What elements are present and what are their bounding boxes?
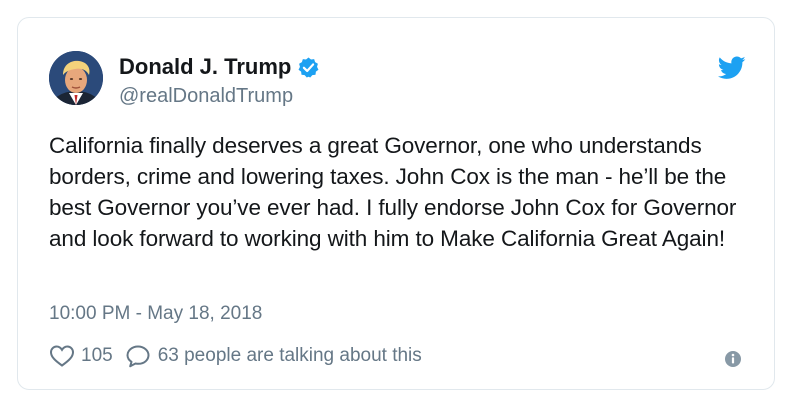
twitter-bird-icon[interactable] xyxy=(718,56,746,80)
tweet-text: California finally deserves a great Gove… xyxy=(49,133,737,251)
author-name-row[interactable]: Donald J. Trump xyxy=(119,54,320,80)
heart-icon xyxy=(49,345,75,367)
author-handle[interactable]: @realDonaldTrump xyxy=(119,84,293,108)
like-button[interactable]: 105 xyxy=(49,344,113,368)
info-icon[interactable] xyxy=(724,350,742,368)
verified-badge-icon xyxy=(298,56,319,77)
tweet-card[interactable]: Donald J. Trump @realDonaldTrump Califor… xyxy=(17,17,775,390)
talking-about-link[interactable]: 63 people are talking about this xyxy=(125,344,422,368)
like-count: 105 xyxy=(81,345,113,366)
profile-photo-icon xyxy=(49,51,103,105)
tweet-timestamp[interactable]: 10:00 PM - May 18, 2018 xyxy=(49,302,262,326)
talking-about-text: 63 people are talking about this xyxy=(157,345,422,366)
avatar[interactable] xyxy=(49,51,103,105)
speech-bubble-icon xyxy=(126,345,150,368)
tweet-actions: 105 63 people are talking about this xyxy=(49,344,422,368)
author-display-name[interactable]: Donald J. Trump xyxy=(119,54,291,80)
